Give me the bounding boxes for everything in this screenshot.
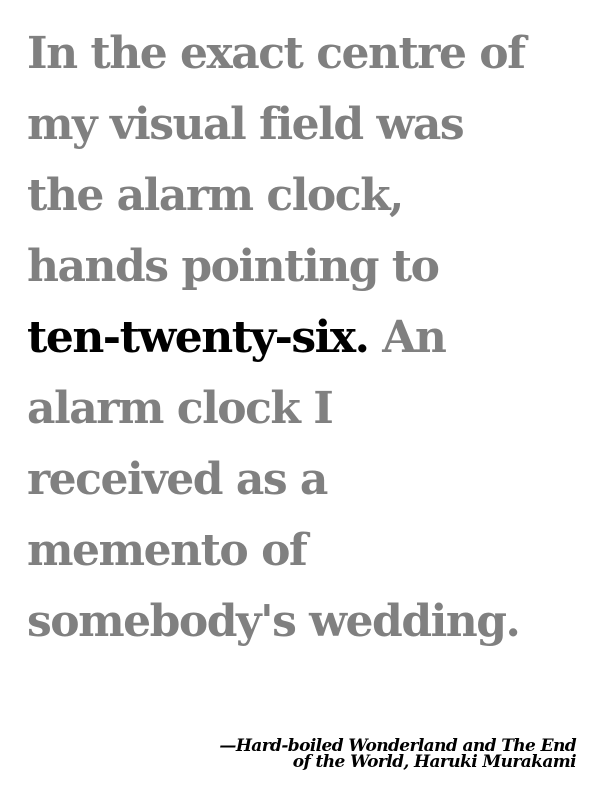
attribution-line-2: of the World, Haruki Murakami — [292, 752, 577, 772]
quote-line-6: alarm clock I — [27, 383, 334, 434]
quote-line-3: the alarm clock, — [27, 170, 404, 221]
quote-line-7: received as a — [27, 454, 328, 505]
quote-line-1: In the exact centre of — [27, 28, 526, 79]
highlighted-time: ten-twenty-six. — [27, 312, 370, 363]
quote-line-5: ten-twenty-six. An — [27, 302, 587, 373]
quote-text: In the exact centre of my visual field w… — [27, 18, 587, 657]
quote-line-8: memento of — [27, 525, 308, 576]
quote-page: In the exact centre of my visual field w… — [0, 0, 600, 800]
attribution: —Hard-boiled Wonderland and The End of t… — [116, 738, 577, 772]
quote-line-4: hands pointing to — [27, 241, 440, 292]
quote-line-2: my visual field was — [27, 99, 465, 150]
quote-line-9: somebody's wedding. — [27, 596, 521, 647]
quote-line-5-rest: An — [368, 312, 447, 363]
